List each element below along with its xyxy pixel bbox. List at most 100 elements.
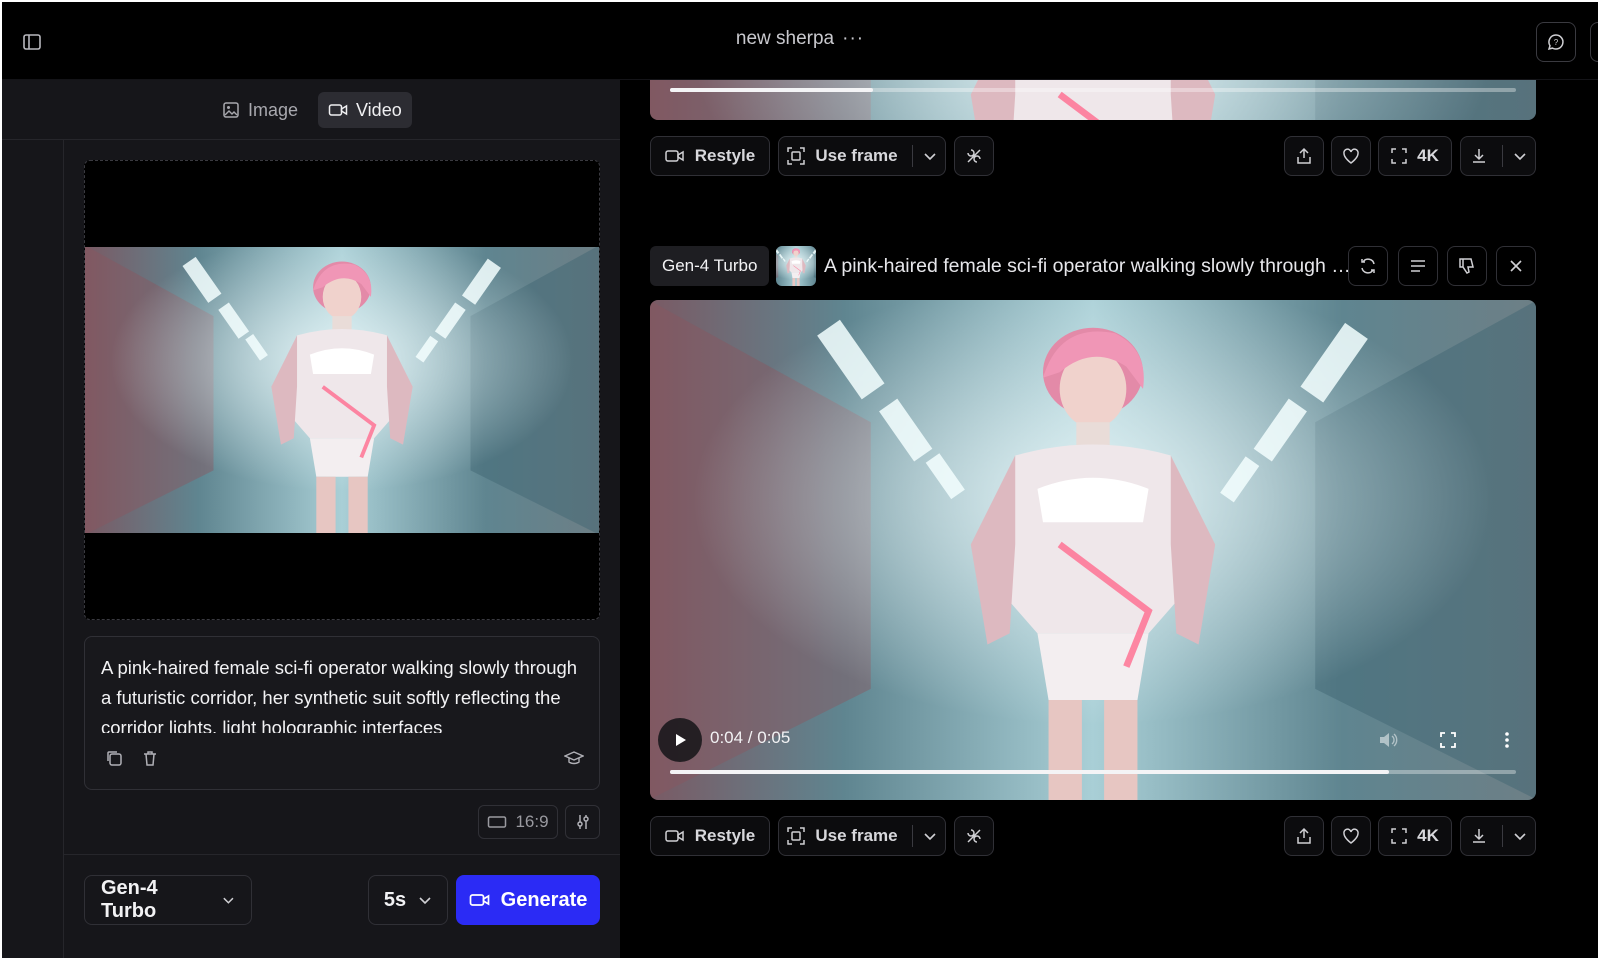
left-panel: Image Video A pink-haired female sci-fi … xyxy=(2,80,620,958)
video-progress-fill xyxy=(670,770,1390,774)
upscale-label: 4K xyxy=(1417,146,1439,165)
copy-icon[interactable] xyxy=(103,747,125,769)
download-button[interactable] xyxy=(1460,816,1536,856)
edge-button[interactable] xyxy=(1590,22,1598,62)
tab-image[interactable]: Image xyxy=(212,92,308,128)
video-progress-bar[interactable] xyxy=(670,770,1516,774)
download-icon xyxy=(1472,829,1485,843)
previous-video-progress-fill xyxy=(670,88,874,92)
tab-video-label: Video xyxy=(356,99,402,120)
video-player[interactable]: 0:04 / 0:05 xyxy=(650,300,1536,800)
svg-text:?: ? xyxy=(1554,38,1559,47)
model-select[interactable]: Gen-4 Turbo xyxy=(84,875,252,925)
frame-capture-icon xyxy=(787,147,806,165)
chevron-down-icon xyxy=(924,833,936,841)
left-rail xyxy=(2,140,64,958)
upscale-label: 4K xyxy=(1417,826,1439,845)
previous-video[interactable] xyxy=(650,80,1536,120)
thumbs-down-icon xyxy=(1459,258,1474,274)
mode-switcher: Image Video xyxy=(2,80,620,140)
tools-button[interactable] xyxy=(954,816,994,856)
video-camera-icon xyxy=(665,830,684,842)
favorite-button[interactable] xyxy=(1331,816,1371,856)
use-frame-button[interactable]: Use frame xyxy=(778,136,946,176)
tab-video[interactable]: Video xyxy=(318,92,412,128)
aspect-ratio-label: 16:9 xyxy=(515,812,549,831)
video-toolbar-bottom: Restyle Use frame 4K xyxy=(650,816,1536,856)
close-generation-button[interactable] xyxy=(1496,246,1536,286)
tools-button[interactable] xyxy=(954,136,994,176)
feedback-chat-button[interactable]: ? xyxy=(1536,22,1576,62)
generation-model-badge: Gen-4 Turbo xyxy=(650,246,770,286)
chevron-down-icon xyxy=(1513,153,1526,161)
favorite-button[interactable] xyxy=(1331,136,1371,176)
chat-icon: ? xyxy=(1547,34,1564,51)
input-image-preview[interactable] xyxy=(84,160,600,620)
rerun-button[interactable] xyxy=(1348,246,1388,286)
fullscreen-icon[interactable] xyxy=(1436,728,1460,752)
session-title[interactable]: new sherpa ··· xyxy=(2,28,1598,50)
restyle-button[interactable]: Restyle xyxy=(650,136,770,176)
duration-select[interactable]: 5s xyxy=(368,875,448,925)
input-image xyxy=(85,247,599,533)
restyle-button[interactable]: Restyle xyxy=(650,816,770,856)
generation-header: Gen-4 Turbo A pink-haired female sci-fi … xyxy=(650,246,1536,286)
share-icon xyxy=(1297,147,1311,164)
previous-video-progress[interactable] xyxy=(670,88,1516,92)
generation-prompt[interactable]: A pink-haired female sci-fi operator wal… xyxy=(824,246,1354,286)
upscale-4k-button[interactable]: 4K xyxy=(1378,136,1452,176)
top-bar: new sherpa ··· ? xyxy=(2,2,1598,80)
settings-button[interactable] xyxy=(565,805,600,839)
play-icon xyxy=(676,734,686,746)
graduation-cap-icon[interactable] xyxy=(563,747,585,769)
video-frame xyxy=(650,300,1536,800)
upscale-icon xyxy=(1391,828,1407,844)
chevron-down-icon xyxy=(419,897,431,905)
chevron-down-icon xyxy=(1513,833,1526,841)
heart-icon xyxy=(1343,148,1359,164)
upscale-4k-button[interactable]: 4K xyxy=(1378,816,1452,856)
play-button[interactable] xyxy=(658,718,702,762)
close-icon xyxy=(1510,260,1522,272)
undo-icon[interactable] xyxy=(18,952,48,958)
prompt-text[interactable]: A pink-haired female sci-fi operator wal… xyxy=(101,653,587,733)
tools-icon xyxy=(967,149,981,163)
dislike-button[interactable] xyxy=(1447,246,1487,286)
restyle-label: Restyle xyxy=(694,146,756,165)
trash-icon[interactable] xyxy=(139,747,161,769)
frame-capture-icon xyxy=(787,827,806,845)
tools-icon xyxy=(967,829,981,843)
model-select-label: Gen-4 Turbo xyxy=(101,877,158,922)
upscale-icon xyxy=(1391,148,1407,164)
video-camera-icon xyxy=(665,150,684,162)
divider xyxy=(64,854,620,855)
generate-button[interactable]: Generate xyxy=(456,875,600,925)
image-icon xyxy=(223,102,239,118)
video-time: 0:04 / 0:05 xyxy=(710,728,791,747)
use-frame-button[interactable]: Use frame xyxy=(778,816,946,856)
duration-label: 5s xyxy=(383,888,407,911)
heart-icon xyxy=(1343,828,1359,844)
download-icon xyxy=(1472,149,1485,163)
settings-sliders-icon xyxy=(576,815,589,829)
details-button[interactable] xyxy=(1398,246,1438,286)
aspect-ratio-button[interactable]: 16:9 xyxy=(478,805,558,839)
app-window: new sherpa ··· ? Image Video A pink-hair… xyxy=(2,2,1598,958)
generate-label: Generate xyxy=(500,888,588,911)
chevron-down-icon xyxy=(223,897,234,904)
restyle-label: Restyle xyxy=(694,826,756,845)
share-button[interactable] xyxy=(1284,816,1324,856)
share-button[interactable] xyxy=(1284,136,1324,176)
results-panel: Restyle Use frame 4K Gen-4 Turbo A pink-… xyxy=(620,80,1598,958)
generation-thumbnail[interactable] xyxy=(776,246,816,286)
use-frame-label: Use frame xyxy=(815,826,898,845)
use-frame-label: Use frame xyxy=(815,146,898,165)
video-camera-icon xyxy=(328,104,348,116)
tab-image-label: Image xyxy=(248,99,299,120)
more-options-icon[interactable]: ··· xyxy=(842,28,864,49)
prompt-input[interactable]: A pink-haired female sci-fi operator wal… xyxy=(84,636,600,790)
chevron-down-icon xyxy=(924,153,936,161)
volume-icon[interactable] xyxy=(1376,728,1400,752)
download-button[interactable] xyxy=(1460,136,1536,176)
more-vertical-icon[interactable] xyxy=(1495,728,1519,752)
